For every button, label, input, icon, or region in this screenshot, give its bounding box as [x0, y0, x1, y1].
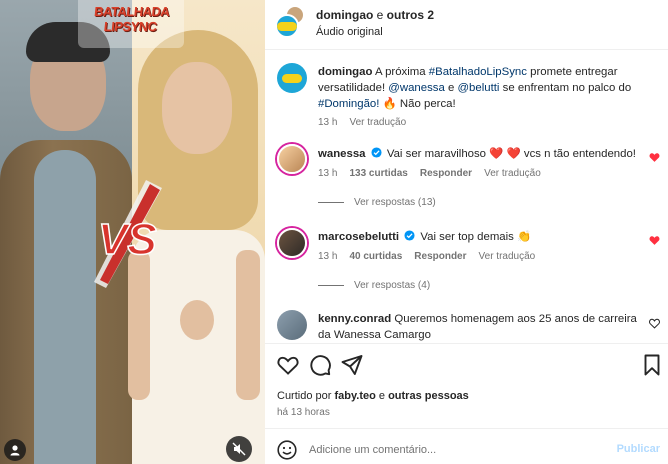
- authors-connector: e: [373, 8, 387, 22]
- comment-avatar-kenny[interactable]: [277, 310, 307, 340]
- see-translation-link[interactable]: Ver tradução: [479, 251, 536, 262]
- liked-by-others[interactable]: outras pessoas: [388, 390, 469, 402]
- comment-time[interactable]: 13 h: [318, 168, 337, 179]
- post-header: domingao e outros 2 Áudio original: [265, 0, 668, 50]
- show-logo-line2: LIPSYNC: [103, 19, 158, 34]
- comments-list[interactable]: domingao A próxima #BatalhadoLipSync pro…: [265, 51, 668, 343]
- caption-seg-4: e: [444, 82, 458, 94]
- man-shirt: [34, 150, 96, 464]
- comment-meta: 13 h 40 curtidas Responder Ver tradução: [318, 251, 547, 262]
- heart-outline-icon[interactable]: [649, 318, 660, 329]
- instagram-post-modal: BATALHADA LIPSYNC VS domingao e outros 2…: [0, 0, 668, 464]
- tagged-user-button[interactable]: [4, 439, 26, 461]
- show-logo-line1: BATALHADA: [93, 4, 171, 19]
- caption-meta: 13 h Ver tradução: [318, 117, 418, 128]
- liked-by-user[interactable]: faby.teo: [334, 390, 375, 402]
- other-authors-link[interactable]: outros 2: [387, 8, 434, 22]
- caption-text: domingao A próxima #BatalhadoLipSync pro…: [318, 64, 658, 112]
- comment-username[interactable]: wanessa: [318, 148, 366, 160]
- comment-input[interactable]: [309, 439, 609, 461]
- view-replies-link[interactable]: Ver respostas (13): [318, 197, 436, 208]
- see-translation-link[interactable]: Ver tradução: [349, 117, 406, 128]
- post-actions-bar: [265, 353, 668, 381]
- actions-divider: [265, 343, 668, 344]
- mention-link[interactable]: @wanessa: [388, 82, 445, 94]
- caption-seg-6: se enfrentam no palco do: [499, 82, 632, 94]
- comment-username[interactable]: kenny.conrad: [318, 313, 391, 325]
- comment-box-divider: [265, 428, 668, 429]
- comment-kenny: kenny.conrad Queremos homenagem aos 25 a…: [318, 311, 643, 343]
- user-icon: [10, 445, 20, 456]
- woman-arm-right: [236, 250, 260, 400]
- woman-face: [162, 62, 232, 154]
- verified-badge-icon: [371, 147, 382, 158]
- comment-body: Vai ser maravilhoso ❤️ ❤️ vcs n tão ente…: [386, 148, 636, 160]
- comment-body: Vai ser top demais 👏: [420, 231, 532, 243]
- replies-divider: [318, 202, 344, 203]
- replies-divider: [318, 285, 344, 286]
- view-replies-label[interactable]: Ver respostas (13): [354, 197, 436, 208]
- dress-cutout: [180, 300, 214, 340]
- comment-likes[interactable]: 133 curtidas: [349, 168, 407, 179]
- caption-seg-8: 🔥 Não perca!: [379, 98, 456, 110]
- view-replies-link[interactable]: Ver respostas (4): [318, 280, 430, 291]
- comment-meta: 13 h 133 curtidas Responder Ver tradução: [318, 168, 553, 179]
- comment-marcosebelutti: marcosebelutti Vai ser top demais 👏: [318, 229, 658, 245]
- domingao-logo-icon: [277, 21, 297, 31]
- vs-text: VS: [98, 215, 157, 264]
- liked-by-prefix: Curtido por: [277, 390, 335, 402]
- comment-username[interactable]: marcosebelutti: [318, 231, 399, 243]
- heart-filled-icon[interactable]: [649, 235, 660, 246]
- see-translation-link[interactable]: Ver tradução: [484, 168, 541, 179]
- mute-button[interactable]: [226, 436, 252, 462]
- speaker-muted-icon: [232, 442, 246, 456]
- share-send-icon[interactable]: [340, 353, 364, 377]
- post-authors: domingao e outros 2: [316, 8, 434, 22]
- view-replies-label[interactable]: Ver respostas (4): [354, 280, 430, 291]
- hashtag-link[interactable]: #Domingão!: [318, 98, 379, 110]
- mention-link[interactable]: @belutti: [457, 82, 499, 94]
- comment-time[interactable]: 13 h: [318, 251, 337, 262]
- liked-by-connector: e: [375, 390, 389, 402]
- audio-label[interactable]: Áudio original: [316, 26, 383, 38]
- author-username[interactable]: domingao: [316, 8, 373, 22]
- heart-filled-icon[interactable]: [649, 152, 660, 163]
- comment-likes[interactable]: 40 curtidas: [349, 251, 402, 262]
- reply-button[interactable]: Responder: [420, 168, 472, 179]
- caption-seg-0: A próxima: [372, 66, 429, 78]
- add-comment-bar: Publicar: [265, 430, 668, 464]
- show-logo: BATALHADA LIPSYNC: [80, 4, 181, 34]
- hashtag-link[interactable]: #BatalhadoLipSync: [429, 66, 527, 78]
- caption-username[interactable]: domingao: [318, 66, 372, 78]
- post-media[interactable]: BATALHADA LIPSYNC VS: [0, 0, 265, 464]
- comment-avatar-marcosebelutti[interactable]: [277, 228, 307, 258]
- save-bookmark-icon[interactable]: [640, 353, 664, 377]
- verified-badge-icon: [404, 230, 415, 241]
- publish-button[interactable]: Publicar: [617, 443, 660, 455]
- caption-time[interactable]: 13 h: [318, 117, 337, 128]
- like-heart-icon[interactable]: [276, 353, 300, 377]
- liked-by: Curtido por faby.teo e outras pessoas: [277, 390, 469, 402]
- author-avatar[interactable]: [275, 14, 299, 38]
- vs-graphic: VS: [94, 180, 162, 288]
- comment-avatar-wanessa[interactable]: [277, 144, 307, 174]
- caption-avatar[interactable]: [277, 63, 307, 93]
- comment-bubble-icon[interactable]: [308, 353, 332, 377]
- post-side-panel: domingao e outros 2 Áudio original domin…: [265, 0, 668, 464]
- reply-button[interactable]: Responder: [414, 251, 466, 262]
- emoji-smile-icon[interactable]: [277, 440, 297, 460]
- post-timestamp[interactable]: há 13 horas: [277, 407, 330, 418]
- domingao-logo-icon: [282, 73, 302, 83]
- comment-wanessa: wanessa Vai ser maravilhoso ❤️ ❤️ vcs n …: [318, 146, 658, 162]
